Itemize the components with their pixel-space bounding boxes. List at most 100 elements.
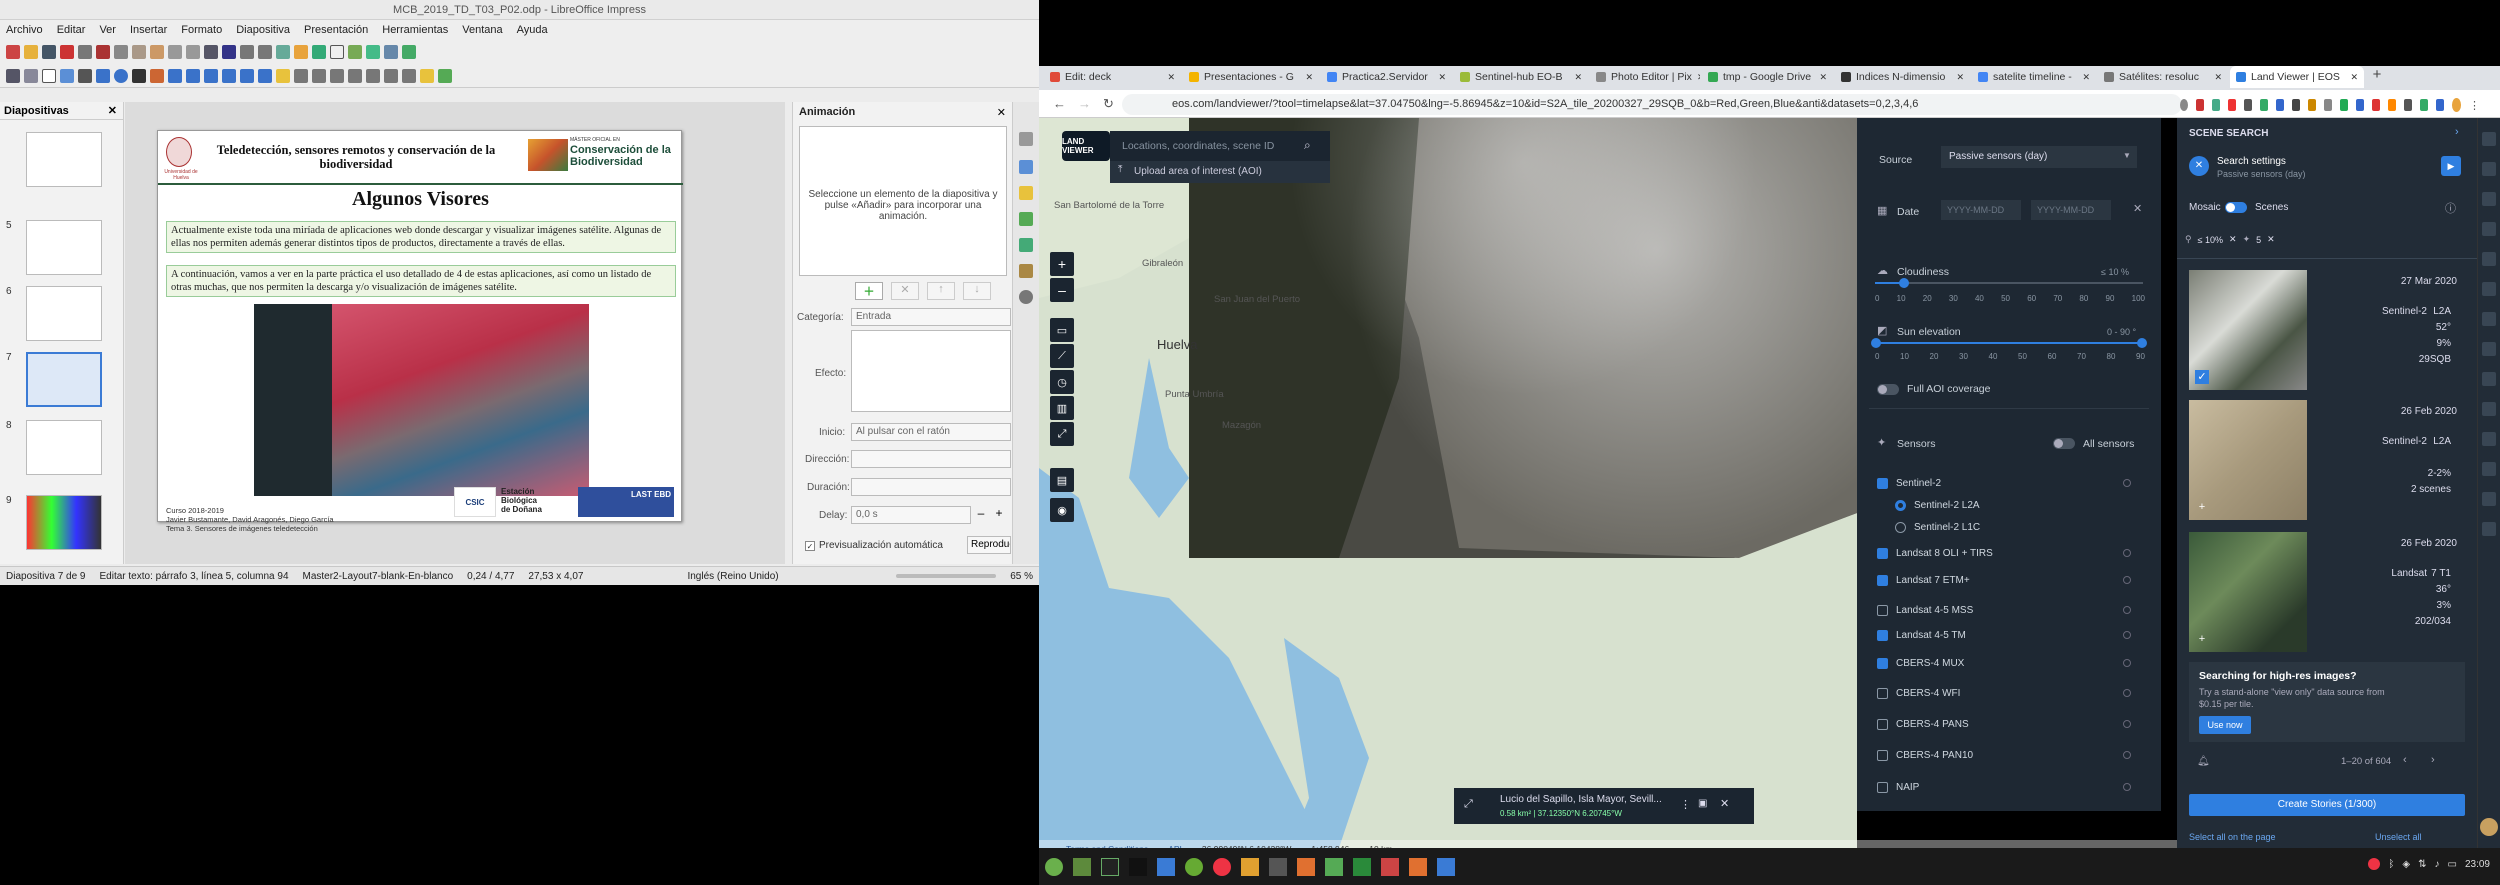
info-icon[interactable] — [2123, 606, 2131, 614]
extension-icon[interactable] — [2339, 99, 2348, 111]
crop-icon[interactable] — [2482, 192, 2496, 206]
close-tab-icon[interactable]: ✕ — [1956, 72, 1964, 83]
calc-icon[interactable] — [1353, 858, 1371, 876]
close-tab-icon[interactable]: ✕ — [2350, 72, 2358, 83]
add-scene-icon[interactable]: + — [2195, 632, 2209, 646]
play-icon[interactable] — [2482, 342, 2496, 356]
extension-icon[interactable] — [2291, 99, 2300, 111]
expand-icon[interactable]: ⤢ — [1464, 798, 1473, 811]
sensor-radio[interactable] — [1895, 499, 1906, 511]
slide-transition-icon[interactable] — [1019, 160, 1033, 174]
extension-icon[interactable] — [2227, 99, 2236, 111]
create-stories-button[interactable]: Create Stories (1/300) — [2189, 794, 2465, 816]
qgis-icon[interactable] — [1185, 858, 1203, 876]
close-icon[interactable]: ✕ — [997, 106, 1006, 119]
folder-icon[interactable] — [1325, 858, 1343, 876]
slide-thumbnail-6[interactable] — [26, 286, 102, 341]
rotate-icon[interactable] — [312, 68, 326, 83]
present-icon[interactable] — [402, 45, 416, 59]
close-tab-icon[interactable]: ✕ — [2082, 72, 2090, 83]
paragraph-2[interactable]: A continuación, vamos a ver en la parte … — [166, 265, 676, 297]
terminal-icon[interactable] — [1129, 858, 1147, 876]
next-page-icon[interactable]: › — [2431, 754, 2435, 766]
slide-thumbnail-7[interactable] — [26, 352, 102, 407]
search-input[interactable]: Locations, coordinates, scene ID — [1110, 131, 1330, 161]
menu-item[interactable]: Herramientas — [382, 24, 448, 36]
scene-result[interactable]: ✓ 27 Mar 2020 Sentinel-2 L2A 52° 9% 29SQB — [2189, 270, 2465, 396]
sensor-row[interactable]: CBERS-4 MUX — [1877, 654, 2145, 672]
extension-icon[interactable] — [2195, 99, 2204, 111]
back-icon[interactable]: ← — [1053, 96, 1066, 111]
info-icon[interactable] — [2123, 783, 2131, 791]
curve-icon[interactable] — [150, 68, 164, 83]
sensor-row[interactable]: Landsat 8 OLI + TIRS — [1877, 544, 2145, 562]
selected-check-icon[interactable]: ✓ — [2195, 370, 2209, 384]
distribute-icon[interactable] — [366, 68, 380, 83]
categoria-select[interactable]: Entrada — [851, 308, 1011, 326]
source-select[interactable]: Passive sensors (day) — [1941, 146, 2137, 168]
browser-tab[interactable]: Photo Editor | Pix ✕ — [1590, 66, 1700, 88]
chrome-tray-icon[interactable] — [2368, 858, 2381, 870]
play-button[interactable]: Reproducir — [967, 536, 1011, 554]
close-tab-icon[interactable]: ✕ — [1438, 72, 1446, 83]
browser-tab[interactable]: tmp - Google Drive ✕ — [1702, 66, 1833, 88]
sensor-row[interactable]: Landsat 4-5 MSS — [1877, 601, 2145, 619]
info-icon[interactable] — [2123, 479, 2131, 487]
menu-icon[interactable]: ⋮ — [2469, 99, 2480, 112]
slide-thumbnail-4[interactable] — [26, 132, 102, 187]
volume-icon[interactable]: ♪ — [2435, 859, 2440, 870]
indices-icon[interactable] — [2482, 222, 2496, 236]
unselect-all-link[interactable]: Unselect all — [2375, 832, 2422, 842]
url-input[interactable]: eos.com/landviewer/?tool=timelapse&lat=3… — [1122, 94, 2182, 115]
mosaic-scenes-toggle[interactable] — [2225, 202, 2247, 213]
vscode-icon[interactable] — [1157, 858, 1175, 876]
extension-icon[interactable] — [2371, 99, 2380, 111]
browser-tab[interactable]: Edit: deck ✕ — [1044, 66, 1181, 88]
sun-max-handle[interactable] — [2137, 338, 2147, 348]
increment-button[interactable]: + — [991, 506, 1007, 524]
fill-icon[interactable] — [60, 68, 74, 83]
open-icon[interactable] — [24, 45, 38, 59]
close-tab-icon[interactable]: ✕ — [1697, 72, 1700, 83]
app-icon[interactable] — [1297, 858, 1315, 876]
flowchart-icon[interactable] — [240, 68, 254, 83]
menu-item[interactable]: Archivo — [6, 24, 43, 36]
cut-icon[interactable] — [96, 45, 110, 59]
sensor-row[interactable]: Landsat 7 ETM+ — [1877, 571, 2145, 589]
info-icon[interactable] — [2123, 631, 2131, 639]
close-tab-icon[interactable]: ✕ — [1305, 72, 1313, 83]
info-icon[interactable] — [2123, 659, 2131, 667]
menu-item[interactable]: Presentación — [304, 24, 368, 36]
symbol-shapes-icon[interactable] — [204, 68, 218, 83]
app-icon[interactable] — [1269, 858, 1287, 876]
browser-tab[interactable]: satelite timeline - ✕ — [1972, 66, 2096, 88]
extension-icon[interactable] — [2403, 99, 2412, 111]
styles-icon[interactable] — [1019, 238, 1033, 252]
close-tab-icon[interactable]: ✕ — [1167, 72, 1175, 83]
clone-icon[interactable] — [150, 45, 164, 59]
sun-min-handle[interactable] — [1871, 338, 1881, 348]
camera-button[interactable]: ◉ — [1050, 498, 1074, 522]
more-icon[interactable]: ⋮ — [1680, 798, 1691, 811]
ellipse-icon[interactable] — [114, 68, 128, 83]
forward-icon[interactable]: → — [1078, 96, 1091, 111]
prev-page-icon[interactable]: ‹ — [2403, 754, 2407, 766]
line-icon[interactable] — [78, 68, 92, 83]
media-icon[interactable] — [312, 45, 326, 59]
clear-date-icon[interactable]: ✕ — [2133, 202, 2142, 215]
autopreview-checkbox[interactable]: ✓ — [805, 540, 815, 551]
gallery-icon[interactable] — [1019, 264, 1033, 278]
sensor-checkbox[interactable] — [1877, 718, 1888, 730]
help-icon[interactable] — [2482, 522, 2496, 536]
image-icon[interactable] — [276, 45, 290, 59]
date-from-input[interactable]: YYYY-MM-DD — [1941, 200, 2021, 220]
grid-icon[interactable] — [240, 45, 254, 59]
history-button[interactable]: ◷ — [1050, 370, 1074, 394]
align-icon[interactable] — [330, 68, 344, 83]
app-icon[interactable] — [1241, 858, 1259, 876]
sensor-row[interactable]: CBERS-4 PAN10 — [1877, 746, 2145, 764]
close-icon[interactable]: ✕ — [1720, 797, 1729, 810]
slide-thumbnail-8[interactable] — [26, 420, 102, 475]
table-icon[interactable] — [258, 45, 272, 59]
camera-icon[interactable] — [1437, 858, 1455, 876]
